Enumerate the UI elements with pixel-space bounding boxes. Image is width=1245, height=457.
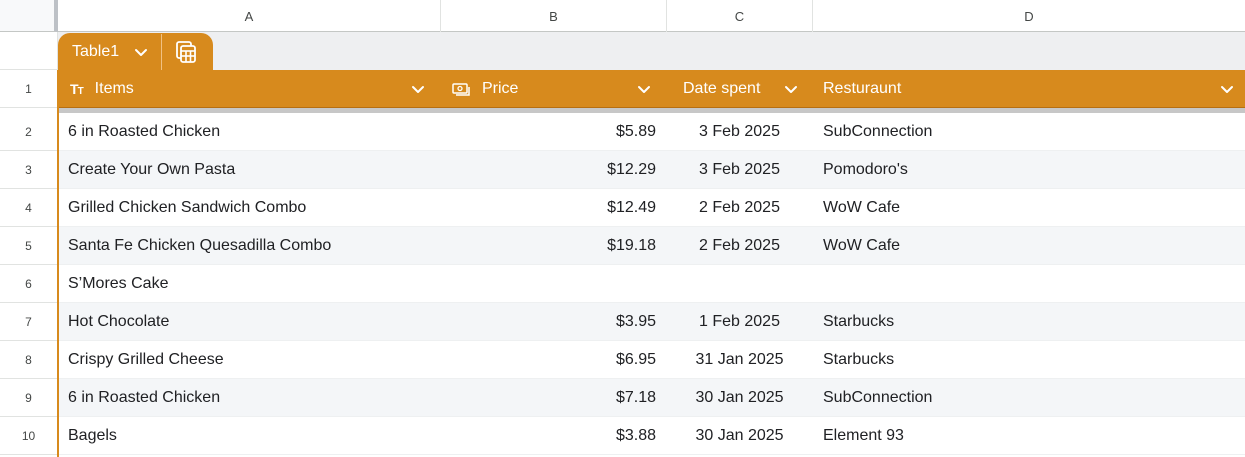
cell-item[interactable]: 6 in Roasted Chicken	[68, 379, 428, 417]
table-name[interactable]: Table1	[72, 33, 119, 70]
row-header-blank	[0, 32, 58, 70]
text-type-icon: TT	[70, 81, 84, 97]
cell-date[interactable]: 2 Feb 2025	[672, 189, 807, 227]
cell-price[interactable]: $5.89	[452, 113, 656, 151]
currency-icon	[452, 82, 470, 96]
table-left-border	[57, 70, 59, 457]
chevron-down-icon[interactable]	[1219, 81, 1235, 102]
cell-date[interactable]	[672, 265, 807, 303]
cell-date[interactable]: 3 Feb 2025	[672, 113, 807, 151]
cell-item[interactable]: 6 in Roasted Chicken	[68, 113, 428, 151]
header-date[interactable]: Date spent	[683, 70, 793, 108]
cell-price[interactable]: $12.29	[452, 151, 656, 189]
header-price-label: Price	[482, 80, 519, 97]
cell-restaurant[interactable]	[823, 265, 1203, 303]
row-number[interactable]: 3	[0, 151, 58, 189]
cell-restaurant[interactable]: Starbucks	[823, 303, 1203, 341]
column-header-c[interactable]: C	[667, 0, 813, 32]
row-number[interactable]: 1	[0, 70, 58, 108]
cell-price[interactable]: $3.95	[452, 303, 656, 341]
cell-price[interactable]: $12.49	[452, 189, 656, 227]
cell-price[interactable]: $3.88	[452, 417, 656, 455]
row-number[interactable]: 2	[0, 113, 58, 151]
cell-date[interactable]: 2 Feb 2025	[672, 227, 807, 265]
row-number[interactable]: 8	[0, 341, 58, 379]
cell-item[interactable]: Santa Fe Chicken Quesadilla Combo	[68, 227, 428, 265]
header-items[interactable]: TT Items	[70, 70, 430, 108]
cell-date[interactable]: 1 Feb 2025	[672, 303, 807, 341]
header-price[interactable]: Price	[452, 70, 652, 108]
cell-restaurant[interactable]: Starbucks	[823, 341, 1203, 379]
cell-item[interactable]: Crispy Grilled Cheese	[68, 341, 428, 379]
header-items-label: Items	[94, 80, 134, 97]
row-number[interactable]: 7	[0, 303, 58, 341]
cell-restaurant[interactable]: Element 93	[823, 417, 1203, 455]
chevron-down-icon[interactable]	[783, 81, 799, 102]
row-number[interactable]: 5	[0, 227, 58, 265]
cell-item[interactable]: Hot Chocolate	[68, 303, 428, 341]
table-view-icon[interactable]	[174, 40, 198, 64]
column-header-b[interactable]: B	[441, 0, 667, 32]
chevron-down-icon[interactable]	[410, 81, 426, 102]
cell-restaurant[interactable]: WoW Cafe	[823, 189, 1203, 227]
row-number[interactable]: 6	[0, 265, 58, 303]
cell-item[interactable]: Bagels	[68, 417, 428, 455]
cell-price[interactable]	[452, 265, 656, 303]
chip-divider	[161, 34, 162, 70]
cell-item[interactable]: Create Your Own Pasta	[68, 151, 428, 189]
cell-item[interactable]: S’Mores Cake	[68, 265, 428, 303]
cell-date[interactable]: 31 Jan 2025	[672, 341, 807, 379]
cell-item[interactable]: Grilled Chicken Sandwich Combo	[68, 189, 428, 227]
row-number[interactable]: 4	[0, 189, 58, 227]
chevron-down-icon[interactable]	[636, 81, 652, 102]
table-chip-strip	[58, 32, 1245, 70]
cell-date[interactable]: 30 Jan 2025	[672, 417, 807, 455]
cell-price[interactable]: $7.18	[452, 379, 656, 417]
row-number[interactable]: 9	[0, 379, 58, 417]
cell-date[interactable]: 30 Jan 2025	[672, 379, 807, 417]
chevron-down-icon[interactable]	[132, 40, 150, 64]
cell-restaurant[interactable]: WoW Cafe	[823, 227, 1203, 265]
header-restaurant[interactable]: Resturaunt	[823, 70, 1203, 108]
cell-restaurant[interactable]: SubConnection	[823, 113, 1203, 151]
cell-restaurant[interactable]: SubConnection	[823, 379, 1203, 417]
row-number[interactable]: 10	[0, 417, 58, 455]
cell-restaurant[interactable]: Pomodoro's	[823, 151, 1203, 189]
cell-date[interactable]: 3 Feb 2025	[672, 151, 807, 189]
select-all-corner[interactable]	[0, 0, 58, 32]
column-header-d[interactable]: D	[813, 0, 1245, 32]
cell-price[interactable]: $6.95	[452, 341, 656, 379]
column-header-a[interactable]: A	[58, 0, 441, 32]
cell-price[interactable]: $19.18	[452, 227, 656, 265]
